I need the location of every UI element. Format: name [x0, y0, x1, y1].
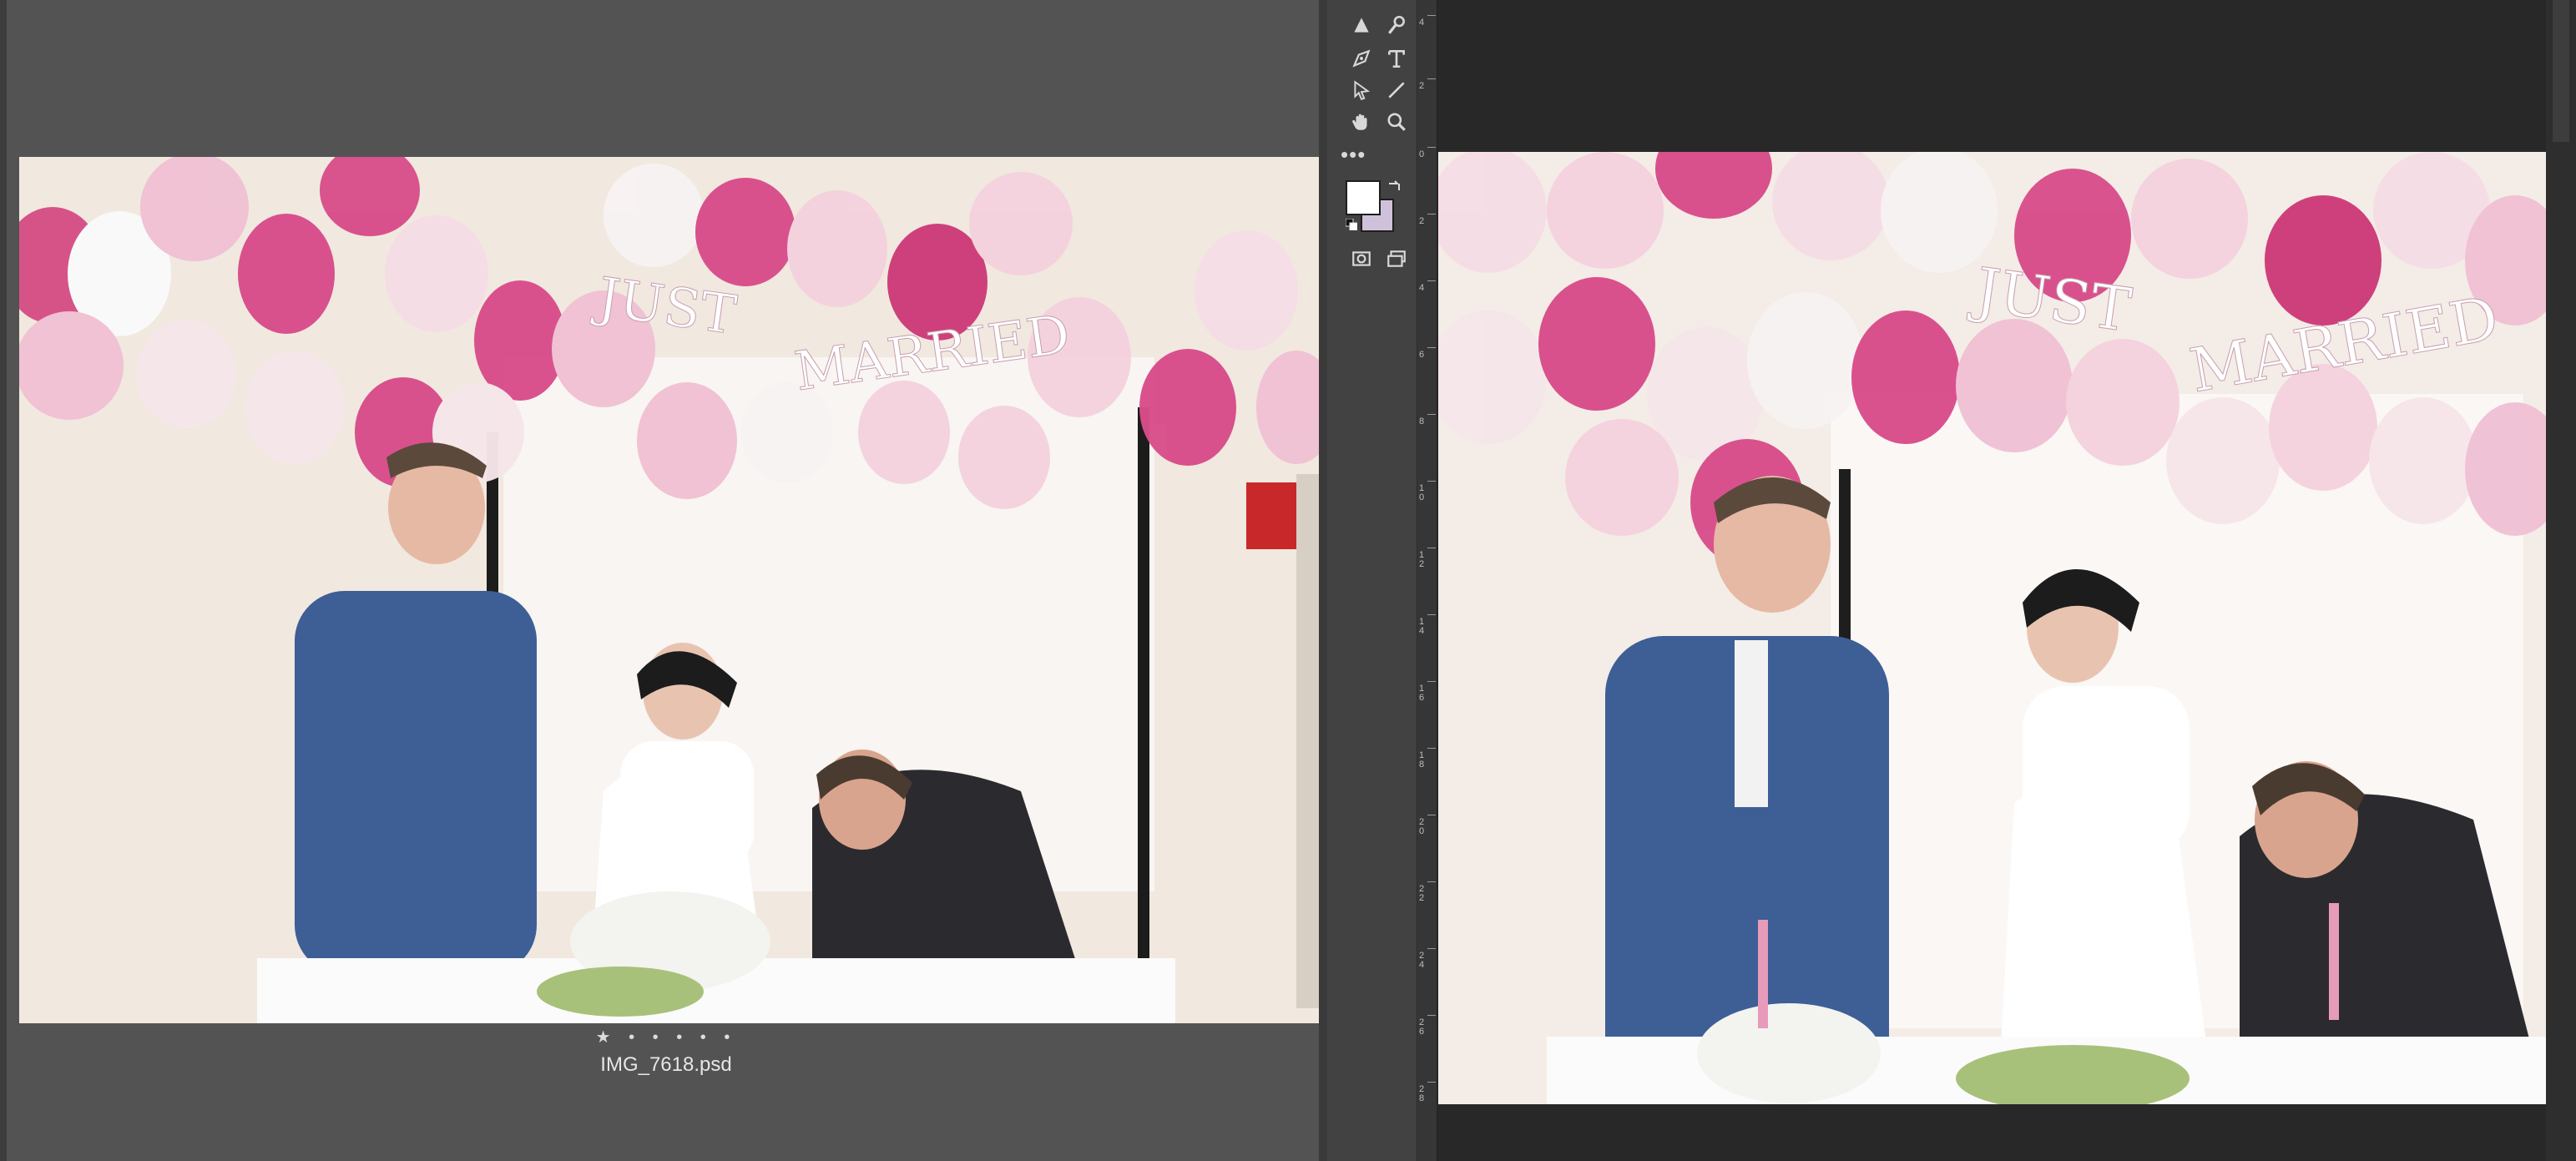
ruler-label: 1 0: [1419, 483, 1425, 502]
ruler-label: 2 6: [1419, 1017, 1425, 1037]
type-tool-icon[interactable]: [1381, 43, 1412, 73]
foreground-color-swatch[interactable]: [1346, 180, 1381, 215]
ruler-label: 2 0: [1419, 817, 1425, 836]
hand-tool-icon[interactable]: [1346, 107, 1377, 137]
ruler-label: 0: [1419, 149, 1425, 159]
ruler-label: 4: [1419, 18, 1425, 28]
rating-stars[interactable]: ★ • • • • •: [7, 1027, 1326, 1047]
ruler-label: 2 2: [1419, 884, 1425, 903]
image-thumbnail[interactable]: JUST MARRIED: [19, 157, 1320, 1023]
vertical-scrollbar[interactable]: [2546, 0, 2576, 1161]
file-name-label: IMG_7618.psd: [600, 1053, 732, 1076]
ruler-label: 1 4: [1419, 617, 1425, 636]
ruler-label: 2: [1419, 216, 1425, 226]
quick-mask-icon[interactable]: [1346, 244, 1377, 274]
ruler-label: 8: [1419, 416, 1425, 427]
swap-colors-icon[interactable]: [1386, 179, 1402, 195]
ruler-label: 1 8: [1419, 750, 1425, 770]
ruler-label: 2 4: [1419, 951, 1425, 970]
screen-mode-icon[interactable]: [1381, 244, 1412, 274]
default-colors-icon[interactable]: [1346, 219, 1357, 230]
ruler-label: 4: [1419, 283, 1425, 293]
path-selection-tool-icon[interactable]: [1346, 75, 1377, 105]
shape-tool-icon[interactable]: [1346, 10, 1377, 40]
pen-tool-icon[interactable]: [1346, 43, 1377, 73]
more-tools-icon[interactable]: •••: [1341, 142, 1366, 168]
ruler-label: 6: [1419, 350, 1425, 360]
wedding-photo: JUST MARRIED: [1438, 152, 2546, 1104]
ruler-label: 2: [1419, 81, 1425, 91]
photoshop-workspace: JUST MARRIED ★ • • • • • IMG_7618.psd ••…: [0, 0, 2576, 1161]
line-tool-icon[interactable]: [1381, 75, 1412, 105]
ruler-label: 1 6: [1419, 684, 1425, 703]
zoom-tool-icon[interactable]: [1381, 107, 1412, 137]
brush-tool-icon[interactable]: [1381, 10, 1412, 40]
document-image[interactable]: JUST MARRIED: [1438, 152, 2546, 1104]
scrollbar-thumb[interactable]: [2553, 0, 2569, 142]
vertical-ruler: 4 2 0 2 4 6 8 1 0 1 2 1 4 1 6 1 8 2 0 2 …: [1417, 0, 1437, 1161]
tools-panel: •••: [1327, 0, 1417, 1161]
wedding-photo-thumbnail: JUST MARRIED: [19, 157, 1320, 1023]
panel-divider[interactable]: [1319, 0, 1327, 1161]
left-document-panel: JUST MARRIED ★ • • • • • IMG_7618.psd: [0, 0, 1320, 1161]
ruler-label: 2 8: [1419, 1084, 1425, 1103]
ruler-label: 1 2: [1419, 550, 1425, 569]
